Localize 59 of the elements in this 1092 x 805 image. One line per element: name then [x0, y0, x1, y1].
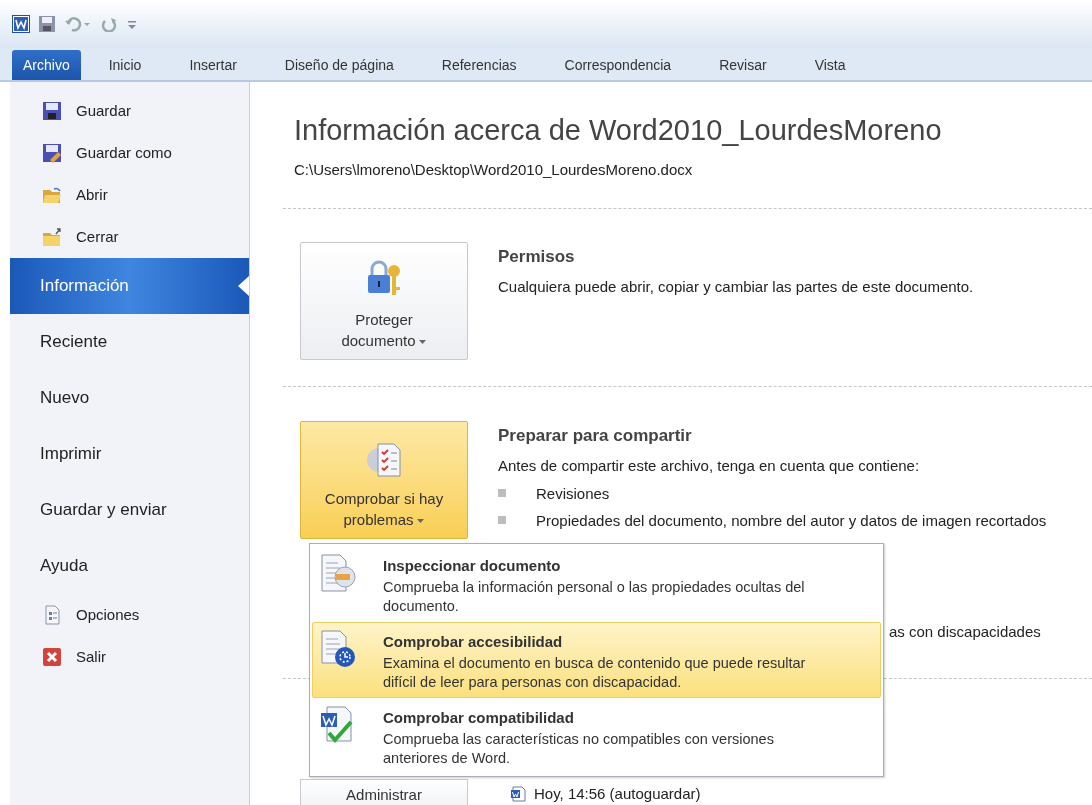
- sidebar-command[interactable]: Cerrar: [10, 216, 249, 258]
- folder-icon: [42, 227, 62, 247]
- floppy-disk-pencil-icon: [42, 143, 62, 163]
- section-button[interactable]: Proteger documento: [300, 242, 468, 360]
- section-heading: Permisos: [498, 246, 576, 268]
- bullet-text: Propiedades del documento, nombre del autor y datos de imagen recortados: [536, 511, 1048, 531]
- sidebar-tab[interactable]: Guardar y enviar: [10, 482, 249, 538]
- sidebar-tab[interactable]: Ayuda: [10, 538, 249, 594]
- save-icon[interactable]: [38, 15, 56, 33]
- ribbon-tab[interactable]: Revisar: [713, 50, 773, 80]
- menu-item-title: Comprobar compatibilidad: [383, 708, 575, 728]
- ribbon-tab[interactable]: Correspondencia: [558, 50, 678, 80]
- bullet-text: as con discapacidades: [889, 622, 1042, 642]
- menu-item-title: Comprobar accesibilidad: [383, 632, 564, 652]
- sidebar-command[interactable]: Abrir: [10, 174, 249, 216]
- sidebar-command[interactable]: Salir: [10, 636, 249, 678]
- sidebar-tab[interactable]: Información: [10, 258, 249, 314]
- menu-item[interactable]: Comprobar accesibilidad Examina el documento en busca de contenido que puede resultar difícil de leer para personas con discapacidad.: [312, 622, 881, 698]
- version-entry: Hoy, 14:56 (autoguardar): [534, 784, 701, 804]
- menu-item[interactable]: Comprobar compatibilidad Comprueba las características no compatibles con versiones anteriores de Word.: [312, 698, 881, 774]
- undo-icon[interactable]: [64, 16, 92, 32]
- section-heading: Preparar para compartir: [498, 425, 693, 447]
- ribbon-tab[interactable]: Diseño de página: [278, 50, 400, 80]
- section-description: Cualquiera puede abrir, copiar y cambiar las partes de este documento.: [498, 276, 974, 297]
- document-magnifier-icon: [319, 553, 357, 593]
- sidebar-command[interactable]: Guardar: [10, 90, 249, 132]
- ribbon-tab[interactable]: Vista: [808, 50, 852, 80]
- sidebar-tab[interactable]: Imprimir: [10, 426, 249, 482]
- word-logo-icon[interactable]: [12, 15, 30, 33]
- bullet-text: Revisiones: [536, 484, 611, 504]
- ribbon-tab[interactable]: Referencias: [435, 50, 523, 80]
- bullet-icon: [498, 489, 506, 497]
- redo-icon[interactable]: [100, 16, 118, 32]
- menu-item[interactable]: Inspeccionar documento Comprueba la información personal o las propiedades ocultas del documento.: [312, 546, 881, 622]
- ribbon-tab[interactable]: Inicio: [102, 50, 148, 80]
- folder-icon: [42, 185, 62, 205]
- bullet-icon: [498, 516, 506, 524]
- ribbon-tab[interactable]: Insertar: [183, 50, 243, 80]
- word-document-icon: [510, 786, 526, 803]
- document-icon: [42, 605, 62, 625]
- page-title: Información acerca de Word2010_LourdesMoreno: [294, 113, 943, 148]
- menu-item-description: Comprueba la información personal o las propiedades ocultas del documento.: [383, 577, 806, 616]
- pointer-icon: [238, 276, 249, 296]
- caret-icon: [416, 518, 425, 525]
- document-accessibility-icon: [319, 629, 357, 669]
- manage-button[interactable]: Administrar: [300, 779, 468, 805]
- file-path: C:\Users\lmoreno\Desktop\Word2010_LourdesMoreno.docx: [294, 160, 694, 180]
- menu-item-description: Comprueba las características no compatibles con versiones anteriores de Word.: [383, 729, 775, 768]
- sidebar-tab[interactable]: Nuevo: [10, 370, 249, 426]
- section-description: Antes de compartir este archivo, tenga en cuenta que contiene:: [498, 455, 921, 476]
- sidebar-command[interactable]: Opciones: [10, 594, 249, 636]
- section-button[interactable]: Comprobar si hay problemas: [300, 421, 468, 539]
- sidebar-tab[interactable]: Reciente: [10, 314, 249, 370]
- menu-item-title: Inspeccionar documento: [383, 556, 562, 576]
- caret-icon: [418, 339, 427, 346]
- close-icon: [42, 647, 62, 667]
- menu-item-description: Examina el documento en busca de contenido que puede resultar difícil de leer para personas con discapacidad.: [383, 653, 807, 692]
- sidebar-command[interactable]: Guardar como: [10, 132, 249, 174]
- ribbon-tab[interactable]: Archivo: [12, 50, 81, 80]
